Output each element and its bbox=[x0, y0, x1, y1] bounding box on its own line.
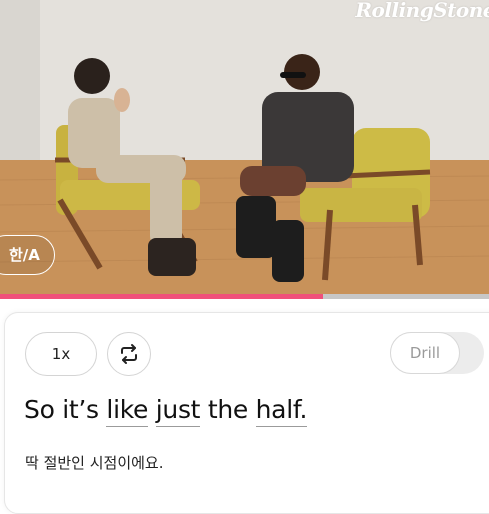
subtitle-sentence: So it’s like just the half. bbox=[24, 395, 307, 427]
subtitle-word[interactable]: half. bbox=[255, 395, 307, 427]
playback-speed-button[interactable]: 1x bbox=[25, 332, 97, 376]
drill-toggle-label: Drill bbox=[390, 332, 460, 374]
video-watermark: RollingStone bbox=[355, 0, 489, 22]
subtitle-translation: 딱 절반인 시점이에요. bbox=[25, 454, 164, 472]
video-player[interactable]: RollingStone 한/A bbox=[0, 0, 489, 294]
video-frame bbox=[0, 0, 489, 294]
subtitle-word[interactable]: like bbox=[106, 395, 148, 427]
subtitle-language-button[interactable]: 한/A bbox=[0, 235, 55, 275]
subtitle-word[interactable]: the bbox=[208, 395, 248, 424]
video-progress-fill bbox=[0, 294, 323, 299]
subtitle-word[interactable]: So bbox=[24, 395, 55, 424]
subtitle-word[interactable]: just bbox=[155, 395, 200, 427]
subtitle-word[interactable]: it’s bbox=[62, 395, 99, 424]
drill-toggle[interactable]: Drill bbox=[390, 332, 484, 374]
repeat-button[interactable] bbox=[107, 332, 151, 376]
subtitle-panel: 1x Drill So it’s like just the half. 딱 절… bbox=[4, 312, 489, 514]
repeat-icon bbox=[121, 344, 137, 364]
video-progress-bar[interactable] bbox=[0, 294, 489, 299]
